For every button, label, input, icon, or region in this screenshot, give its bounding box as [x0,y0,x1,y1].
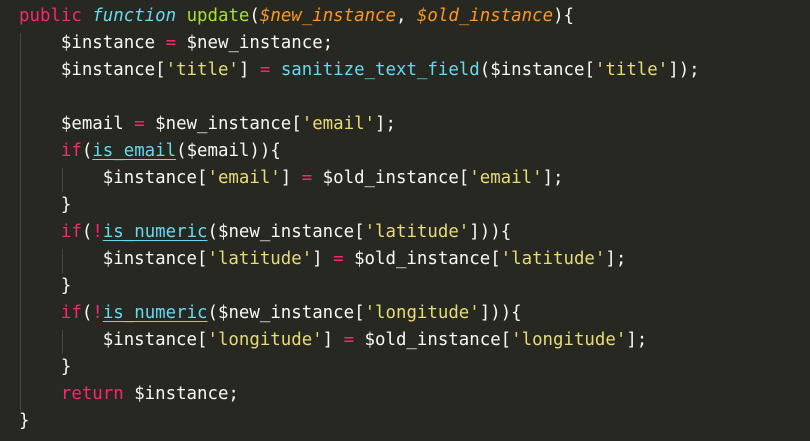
plain-token: ]; [375,114,396,134]
plain-token: ( [81,141,93,161]
code-line: $email = $new_instance['email']; [19,111,396,138]
keyword-token: = [259,60,271,80]
string-token: 'latitude' [500,249,606,269]
keyword-token: = [165,33,177,53]
keyword-token: if [60,303,82,323]
parameter-token: $new_instance [259,6,396,26]
plain-token: } [19,411,30,431]
code-line: } [19,408,29,435]
plain-token: $old_instance[ [354,330,512,350]
plain-token: ($email)){ [176,141,281,161]
plain-token: $instance; [123,384,239,404]
function-token: is_email [92,141,177,161]
string-token: 'longitude' [364,303,480,323]
plain-token: $instance[ [19,249,208,269]
code-line: } [19,354,71,381]
plain-token: ( [81,303,93,323]
function-token: function [92,6,177,26]
plain-token: $instance[ [19,60,166,80]
plain-token: $email [19,114,135,134]
plain-token: ]; [626,330,648,350]
parameter-token: $old_instance [416,6,554,26]
plain-token: $old_instance[ [343,249,501,269]
code-line: $instance['title'] = sanitize_text_field… [19,57,700,84]
string-token: 'email' [207,168,281,188]
keyword-token: ! [92,222,103,242]
keyword-token: = [301,168,313,188]
plain-token: $new_instance[ [144,114,302,134]
string-token: 'latitude' [364,222,470,242]
code-line: return $instance; [19,381,239,408]
plain-token: ] [312,249,334,269]
code-line: } [19,273,71,300]
plain-token: ($instance[ [479,60,595,80]
code-editor[interactable]: public function update($new_instance, $o… [0,0,810,441]
plain-token: ] [322,330,344,350]
keyword-token: if [60,222,82,242]
plain-token: ($new_instance[ [207,222,365,242]
plain-token: , [396,6,417,26]
function-name-token: update [186,6,250,26]
plain-token: ]); [668,60,700,80]
plain-token: $instance[ [19,330,208,350]
code-line: $instance['longitude'] = $old_instance['… [19,327,648,354]
plain-token: ($new_instance[ [207,303,365,323]
string-token: 'latitude' [207,249,313,269]
code-line: if(!is_numeric($new_instance['latitude']… [19,219,511,246]
code-line: public function update($new_instance, $o… [19,3,574,30]
string-token: 'longitude' [207,330,323,350]
plain-token: ])){ [469,222,512,242]
code-line: $instance = $new_instance; [19,30,333,57]
keyword-token: return [60,384,124,404]
plain-token: $instance[ [19,168,208,188]
plain-token: } [19,276,72,296]
keyword-token: if [60,141,82,161]
keyword-token: public [19,6,82,26]
plain-token: } [19,195,72,215]
plain-token: ]; [542,168,564,188]
plain-token: $new_instance; [176,33,334,53]
keyword-token: = [343,330,355,350]
function-token: sanitize_text_field [280,60,480,80]
function-token: is_numeric [102,222,208,242]
plain-token: } [19,357,72,377]
code-line: } [19,192,71,219]
code-line: if(!is_numeric($new_instance['longitude'… [19,300,522,327]
plain-token: $instance [19,33,166,53]
code-line: $instance['latitude'] = $old_instance['l… [19,246,627,273]
plain-token: ( [81,222,93,242]
plain-token: ] [238,60,260,80]
function-token: is_numeric [102,303,208,323]
plain-token: ){ [553,6,575,26]
plain-token: ]; [605,249,627,269]
string-token: 'email' [469,168,543,188]
keyword-token: ! [92,303,103,323]
keyword-token: = [333,249,344,269]
string-token: 'longitude' [511,330,627,350]
code-line: $instance['email'] = $old_instance['emai… [19,165,564,192]
string-token: 'email' [301,114,376,134]
plain-token: $old_instance[ [312,168,470,188]
code-line: if(is_email($email)){ [19,138,281,165]
plain-token: ( [249,6,260,26]
plain-token: ])){ [479,303,522,323]
string-token: 'title' [594,60,669,80]
string-token: 'title' [165,60,239,80]
plain-token: ] [280,168,302,188]
keyword-token: = [134,114,145,134]
